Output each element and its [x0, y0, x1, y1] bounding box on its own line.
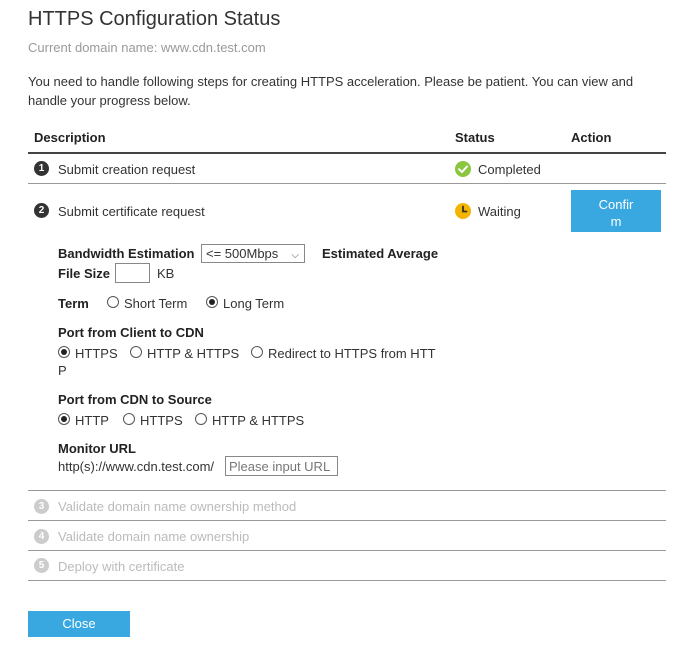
port-client-https-label: HTTPS [75, 346, 118, 361]
step-5-label: Deploy with certificate [58, 559, 185, 574]
step-1-status: Completed [478, 162, 541, 177]
step-2-status: Waiting [478, 204, 521, 219]
step-3-number: 3 [34, 499, 49, 514]
term-long-label: Long Term [223, 296, 285, 311]
row-divider [28, 550, 666, 551]
col-status-header: Status [455, 130, 495, 145]
col-action-header: Action [571, 130, 612, 145]
intro-text: You need to handle following steps for c… [28, 74, 634, 108]
port-source-http-label: HTTP [75, 413, 109, 428]
port-client-label: Port from Client to CDN [58, 325, 204, 340]
monitor-url-prefix: http(s)://www.cdn.test.com/ [58, 459, 215, 474]
row-divider [28, 490, 666, 491]
header-divider [28, 152, 666, 154]
confirm-button-label: Confir m [598, 197, 634, 229]
term-short-label: Short Term [124, 296, 188, 311]
current-domain: Current domain name: www.cdn.test.com [28, 40, 266, 55]
bandwidth-value: <= 500Mbps [206, 246, 279, 261]
step-2-number: 2 [34, 203, 49, 218]
close-button[interactable]: Close [28, 611, 130, 637]
file-size-unit: KB [157, 266, 175, 281]
confirm-button[interactable]: Confir m [571, 190, 661, 232]
estimated-average-label: Estimated Average [322, 246, 439, 261]
bandwidth-label: Bandwidth Estimation [58, 246, 195, 261]
step-4-label: Validate domain name ownership [58, 529, 250, 544]
monitor-url-label: Monitor URL [58, 441, 136, 456]
port-client-redirect-label: Redirect to HTTPS from HTT [268, 346, 436, 361]
port-source-label: Port from CDN to Source [58, 392, 212, 407]
bandwidth-select[interactable]: <= 500Mbps ⌵ [201, 244, 305, 263]
step-2-label: Submit certificate request [58, 204, 205, 219]
file-size-label: File Size [58, 266, 111, 281]
col-description-header: Description [34, 130, 106, 145]
step-3-label: Validate domain name ownership method [58, 499, 297, 514]
port-client-https-radio[interactable] [58, 346, 70, 358]
port-client-redirect-radio[interactable] [251, 346, 263, 358]
file-size-input[interactable] [115, 263, 150, 283]
step-1-number: 1 [34, 161, 49, 176]
port-client-redirect-label-wrap: P [58, 363, 67, 378]
term-long-radio[interactable] [206, 296, 218, 308]
check-icon [455, 161, 471, 177]
row-divider [28, 520, 666, 521]
monitor-url-input[interactable] [225, 456, 338, 476]
term-label: Term [58, 296, 89, 311]
step-1-label: Submit creation request [58, 162, 196, 177]
port-client-http-https-label: HTTP & HTTPS [147, 346, 240, 361]
row-divider [28, 580, 666, 581]
port-source-http-radio[interactable] [58, 413, 70, 425]
dialog-title: HTTPS Configuration Status [28, 8, 281, 30]
port-source-https-label: HTTPS [140, 413, 183, 428]
clock-icon [455, 203, 471, 219]
term-short-radio[interactable] [107, 296, 119, 308]
step-5-number: 5 [34, 558, 49, 573]
row-divider [28, 183, 666, 184]
port-source-http-https-label: HTTP & HTTPS [212, 413, 305, 428]
chevron-down-icon: ⌵ [291, 250, 299, 261]
port-source-https-radio[interactable] [123, 413, 135, 425]
port-source-http-https-radio[interactable] [195, 413, 207, 425]
step-4-number: 4 [34, 529, 49, 544]
port-client-http-https-radio[interactable] [130, 346, 142, 358]
